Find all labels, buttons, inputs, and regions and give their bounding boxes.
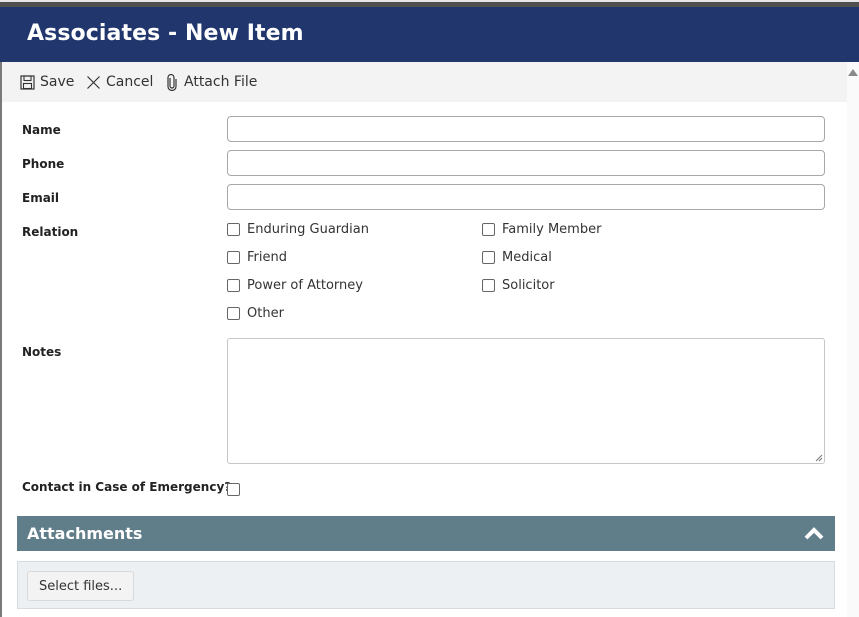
save-label: Save [40, 74, 75, 90]
phone-input[interactable] [227, 150, 825, 176]
checkbox[interactable] [227, 223, 240, 236]
name-input[interactable] [227, 116, 825, 142]
cancel-button[interactable]: Cancel [86, 72, 153, 92]
close-icon [86, 75, 101, 90]
cancel-label: Cancel [106, 74, 154, 90]
checkbox-label: Medical [502, 250, 552, 265]
relation-option-other[interactable]: Other [227, 306, 284, 321]
paperclip-icon [165, 73, 179, 91]
relation-option-enduring-guardian[interactable]: Enduring Guardian [227, 222, 369, 237]
notes-label: Notes [22, 345, 62, 359]
notes-textarea[interactable] [227, 338, 825, 464]
checkbox[interactable] [482, 279, 495, 292]
checkbox[interactable] [227, 279, 240, 292]
email-input[interactable] [227, 184, 825, 210]
window-top-strip [0, 0, 859, 7]
floppy-disk-icon [20, 74, 35, 90]
attach-file-button[interactable]: Attach File [165, 72, 257, 92]
toolbar: Save Cancel Attach File [2, 62, 847, 102]
checkbox-label: Solicitor [502, 278, 555, 293]
page-header: Associates - New Item [0, 7, 859, 62]
attachments-title: Attachments [27, 524, 143, 543]
emergency-label: Contact in Case of Emergency? [22, 480, 232, 494]
phone-label: Phone [22, 157, 65, 171]
checkbox-label: Enduring Guardian [247, 222, 369, 237]
select-files-button[interactable]: Select files... [27, 571, 135, 601]
scroll-up-arrow-icon[interactable] [848, 69, 858, 76]
relation-option-family-member[interactable]: Family Member [482, 222, 601, 237]
chevron-up-icon[interactable] [804, 525, 824, 544]
checkbox-label: Power of Attorney [247, 278, 363, 293]
attachments-panel: Select files... [17, 561, 835, 609]
relation-label: Relation [22, 225, 79, 239]
relation-option-solicitor[interactable]: Solicitor [482, 278, 555, 293]
checkbox[interactable] [227, 307, 240, 320]
resize-grip-icon[interactable] [814, 453, 823, 462]
checkbox-label: Other [247, 306, 284, 321]
page-title: Associates - New Item [27, 21, 304, 46]
email-label: Email [22, 191, 60, 205]
relation-option-friend[interactable]: Friend [227, 250, 287, 265]
checkbox-label: Friend [247, 250, 287, 265]
emergency-checkbox[interactable] [227, 483, 240, 496]
relation-option-medical[interactable]: Medical [482, 250, 552, 265]
left-border [0, 62, 2, 617]
checkbox[interactable] [227, 251, 240, 264]
checkbox-label: Family Member [502, 222, 602, 237]
attach-file-label: Attach File [184, 74, 258, 90]
name-label: Name [22, 123, 61, 137]
attachments-header[interactable]: Attachments [17, 516, 835, 551]
checkbox[interactable] [482, 223, 495, 236]
vertical-scrollbar[interactable] [847, 62, 859, 617]
relation-option-power-of-attorney[interactable]: Power of Attorney [227, 278, 363, 293]
save-button[interactable]: Save [20, 72, 74, 92]
checkbox[interactable] [482, 251, 495, 264]
